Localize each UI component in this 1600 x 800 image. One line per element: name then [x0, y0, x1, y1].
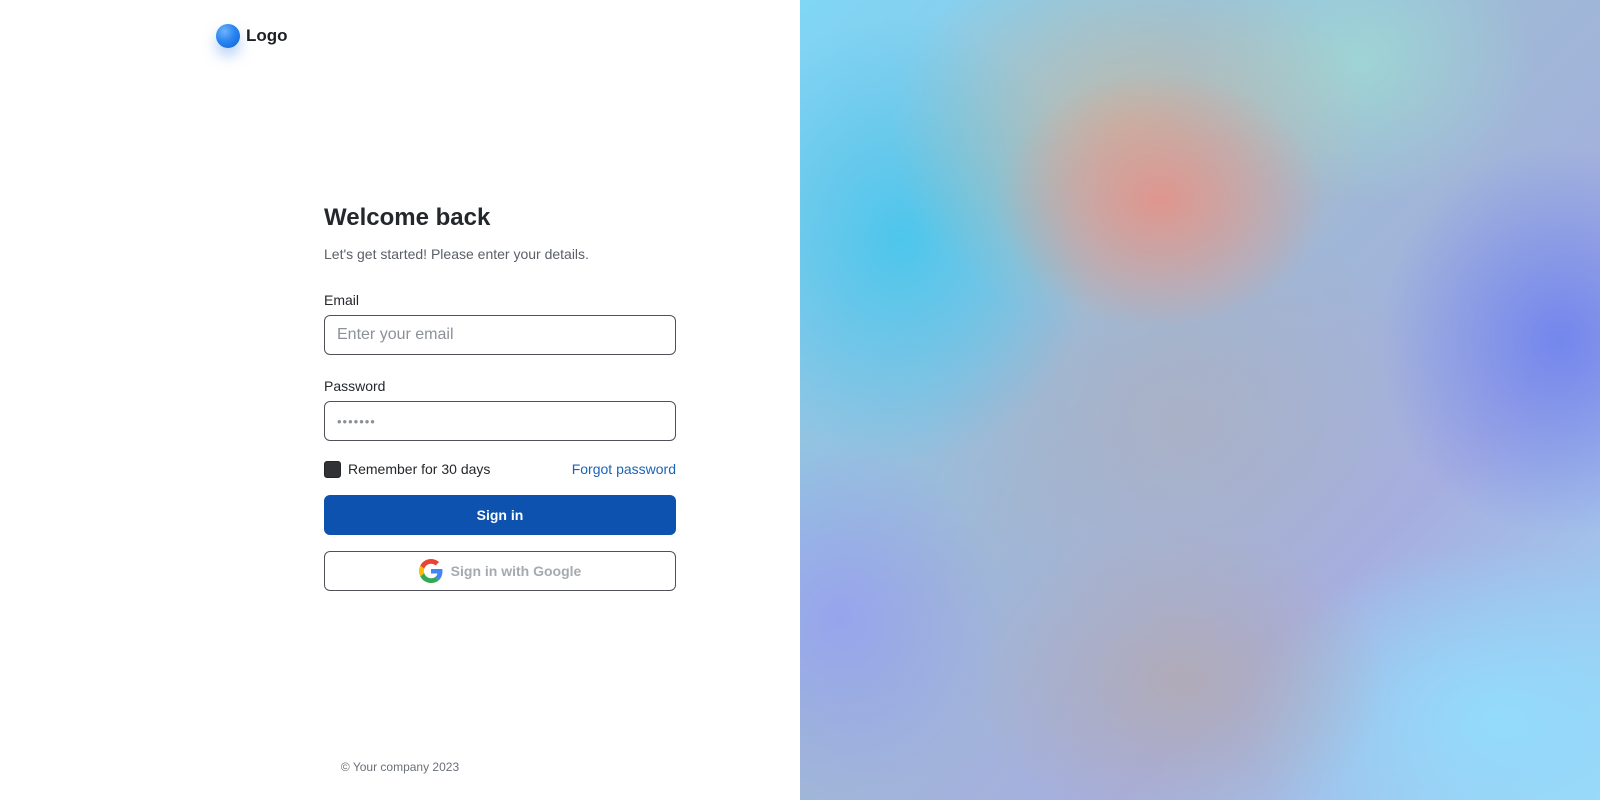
hero-gradient-panel — [800, 0, 1600, 800]
login-form: Welcome back Let's get started! Please e… — [324, 200, 676, 591]
sign-in-button[interactable]: Sign in — [324, 495, 676, 535]
login-panel: Logo Welcome back Let's get started! Ple… — [0, 0, 800, 800]
email-input[interactable] — [324, 315, 676, 355]
forgot-password-link[interactable]: Forgot password — [572, 461, 676, 477]
page-title: Welcome back — [324, 204, 491, 231]
password-label: Password — [324, 378, 386, 394]
logo-text: Logo — [246, 26, 288, 45]
remember-label: Remember for 30 days — [348, 461, 491, 477]
logo-icon — [216, 24, 240, 48]
google-sign-in-button[interactable]: Sign in with Google — [324, 551, 676, 591]
password-input[interactable] — [324, 401, 676, 441]
google-sign-in-label: Sign in with Google — [450, 563, 582, 579]
remember-checkbox[interactable] — [324, 460, 341, 478]
options-row: Remember for 30 days Forgot password — [324, 459, 676, 479]
email-label: Email — [324, 292, 360, 308]
footer-copyright: © Your company 2023 — [340, 760, 460, 774]
google-icon — [418, 559, 443, 583]
page-subtitle: Let's get started! Please enter your det… — [324, 246, 589, 262]
brand-logo[interactable]: Logo — [216, 24, 288, 48]
remember-me[interactable]: Remember for 30 days — [324, 460, 491, 478]
